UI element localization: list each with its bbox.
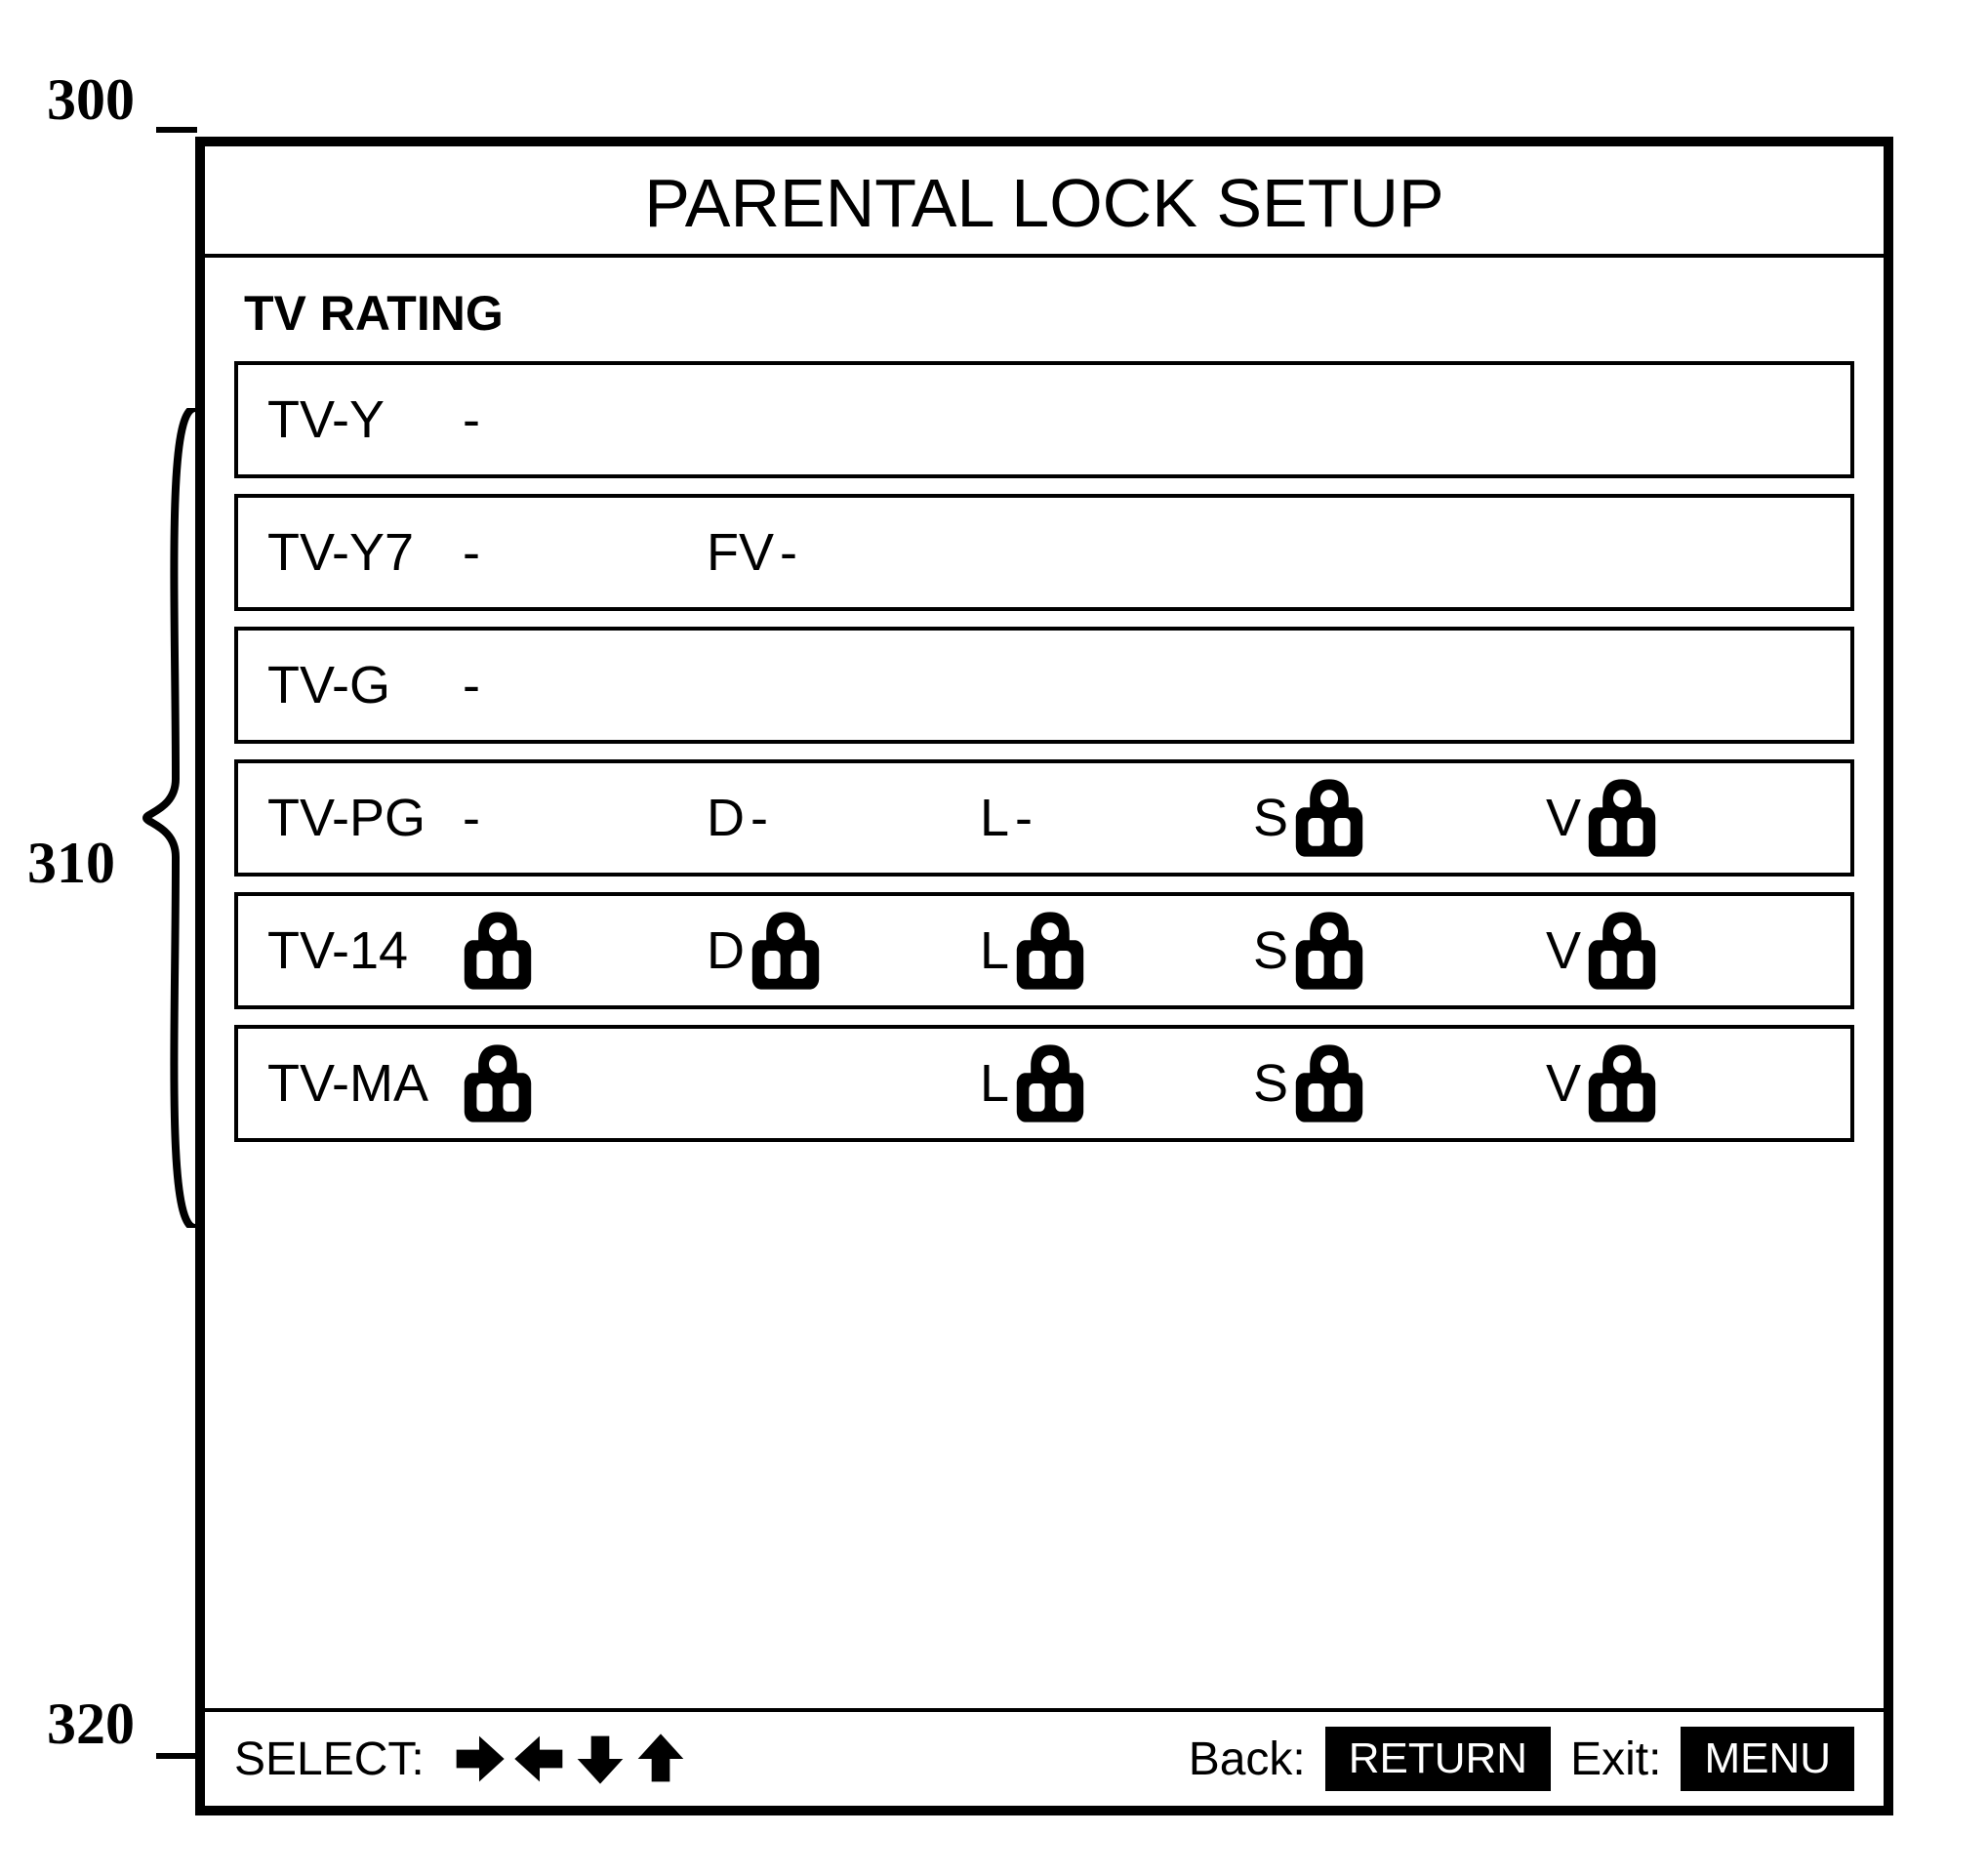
section-label: TV RATING bbox=[205, 258, 1884, 361]
rating-sub-cell[interactable]: V bbox=[1546, 912, 1850, 990]
sub-rating-label: V bbox=[1546, 920, 1581, 981]
rating-row[interactable]: TV-PG-D -L -S V bbox=[234, 759, 1854, 877]
sub-rating-label: FV bbox=[707, 522, 774, 583]
sub-rating-label: S bbox=[1253, 920, 1288, 981]
rating-sub-cell[interactable]: L bbox=[980, 912, 1253, 990]
callout-320: 320 bbox=[47, 1691, 135, 1758]
footer-bar: SELECT: Back: RETURN Exit: MENU bbox=[205, 1708, 1884, 1806]
rating-sub-cell[interactable]: S bbox=[1253, 1044, 1546, 1122]
rating-label: TV-Y7 bbox=[238, 522, 463, 583]
rating-sub-cell[interactable]: S bbox=[1253, 779, 1546, 857]
callout-300: 300 bbox=[47, 66, 135, 134]
sub-rating-label: D bbox=[707, 920, 745, 981]
sub-rating-label: L bbox=[980, 788, 1009, 848]
lock-icon bbox=[1587, 912, 1657, 990]
arrow-up-icon bbox=[633, 1732, 688, 1786]
rating-base-state[interactable] bbox=[463, 1044, 707, 1122]
rating-base-state[interactable]: - bbox=[463, 522, 707, 583]
sub-rating-label: L bbox=[980, 1053, 1009, 1114]
select-label: SELECT: bbox=[234, 1733, 425, 1786]
sub-rating-label: S bbox=[1253, 788, 1288, 848]
rating-row[interactable]: TV-Y- bbox=[234, 361, 1854, 478]
rating-sub-cell[interactable]: D - bbox=[707, 788, 980, 848]
arrow-down-icon bbox=[573, 1732, 628, 1786]
sub-rating-label: D bbox=[707, 788, 745, 848]
return-button[interactable]: RETURN bbox=[1325, 1727, 1551, 1791]
rating-row[interactable]: TV-Y7-FV - bbox=[234, 494, 1854, 611]
rating-label: TV-14 bbox=[238, 920, 463, 981]
lock-icon bbox=[1294, 1044, 1364, 1122]
rating-row[interactable]: TV-G- bbox=[234, 627, 1854, 744]
lock-icon bbox=[1015, 912, 1085, 990]
lock-icon bbox=[1587, 779, 1657, 857]
lock-icon bbox=[1015, 1044, 1085, 1122]
parental-lock-panel: PARENTAL LOCK SETUP TV RATING TV-Y-TV-Y7… bbox=[195, 137, 1893, 1815]
sub-rating-label: L bbox=[980, 920, 1009, 981]
rating-label: TV-PG bbox=[238, 788, 463, 848]
rating-sub-cell[interactable]: L bbox=[980, 1044, 1253, 1122]
nav-arrow-icons bbox=[452, 1732, 688, 1786]
rating-base-state[interactable]: - bbox=[463, 788, 707, 848]
rating-label: TV-G bbox=[238, 655, 463, 715]
rating-label: TV-Y bbox=[238, 389, 463, 450]
rating-sub-cell[interactable]: S bbox=[1253, 912, 1546, 990]
rating-label: TV-MA bbox=[238, 1053, 463, 1114]
menu-button[interactable]: MENU bbox=[1681, 1727, 1854, 1791]
rating-base-state[interactable]: - bbox=[463, 389, 707, 450]
exit-label: Exit: bbox=[1570, 1733, 1661, 1786]
sub-rating-label: V bbox=[1546, 788, 1581, 848]
panel-title: PARENTAL LOCK SETUP bbox=[205, 146, 1884, 258]
rating-sub-cell[interactable]: V bbox=[1546, 779, 1850, 857]
sub-rating-label: V bbox=[1546, 1053, 1581, 1114]
arrow-right-icon bbox=[452, 1732, 507, 1786]
ratings-list: TV-Y-TV-Y7-FV -TV-G-TV-PG-D -L -S V TV-1… bbox=[205, 361, 1884, 1142]
rating-sub-cell[interactable]: V bbox=[1546, 1044, 1850, 1122]
rating-row[interactable]: TV-MA L S V bbox=[234, 1025, 1854, 1142]
rating-sub-cell[interactable]: L - bbox=[980, 788, 1253, 848]
rating-sub-cell[interactable]: FV - bbox=[707, 522, 980, 583]
lock-icon bbox=[1294, 779, 1364, 857]
sub-rating-label: S bbox=[1253, 1053, 1288, 1114]
lock-icon bbox=[1294, 912, 1364, 990]
lock-icon bbox=[463, 1044, 533, 1122]
rating-base-state[interactable] bbox=[463, 912, 707, 990]
back-label: Back: bbox=[1189, 1733, 1306, 1786]
lock-icon bbox=[1587, 1044, 1657, 1122]
lock-icon bbox=[463, 912, 533, 990]
rating-sub-cell[interactable]: D bbox=[707, 912, 980, 990]
rating-row[interactable]: TV-14 D L S V bbox=[234, 892, 1854, 1009]
arrow-left-icon bbox=[512, 1732, 567, 1786]
rating-base-state[interactable]: - bbox=[463, 655, 707, 715]
callout-310: 310 bbox=[27, 830, 115, 897]
lock-icon bbox=[750, 912, 821, 990]
